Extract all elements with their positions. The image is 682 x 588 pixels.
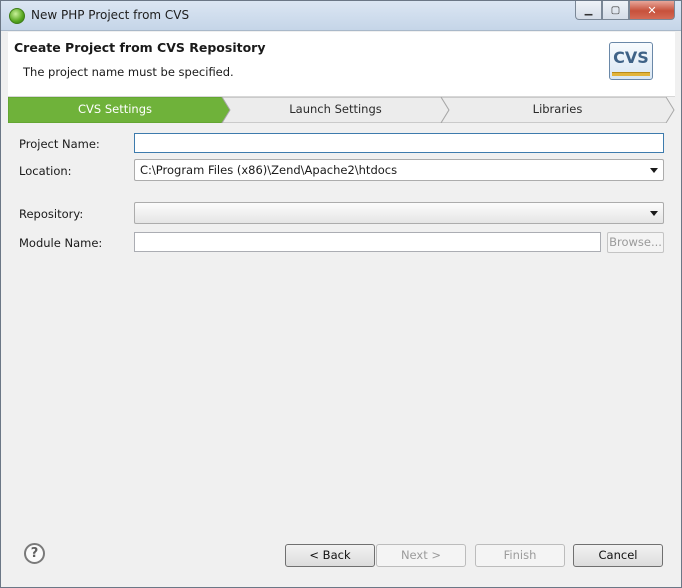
footer-separator bbox=[8, 533, 675, 534]
maximize-button[interactable]: ▢ bbox=[602, 1, 629, 20]
wizard-title: Create Project from CVS Repository bbox=[14, 40, 266, 55]
step-libraries[interactable]: Libraries bbox=[449, 97, 666, 123]
project-name-input[interactable] bbox=[134, 133, 664, 153]
close-button[interactable]: ✕ bbox=[629, 1, 675, 20]
back-button[interactable]: < Back bbox=[285, 544, 375, 567]
project-name-label: Project Name: bbox=[19, 137, 100, 151]
cvs-settings-form: Project Name: Location: C:\Program Files… bbox=[8, 123, 675, 533]
minimize-icon: ▁ bbox=[584, 4, 593, 16]
location-combo[interactable]: C:\Program Files (x86)\Zend\Apache2\htdo… bbox=[134, 159, 664, 181]
module-name-input[interactable] bbox=[134, 232, 601, 252]
chevron-down-icon bbox=[650, 168, 658, 173]
wizard-message: The project name must be specified. bbox=[23, 65, 234, 79]
repository-combo[interactable] bbox=[134, 202, 664, 224]
eclipse-app-icon bbox=[9, 8, 25, 24]
finish-button[interactable]: Finish bbox=[475, 544, 565, 567]
cvs-logo-text: CVS bbox=[613, 48, 649, 67]
cancel-button[interactable]: Cancel bbox=[573, 544, 663, 567]
cvs-logo-bar bbox=[612, 72, 650, 76]
close-icon: ✕ bbox=[647, 3, 657, 17]
minimize-button[interactable]: ▁ bbox=[575, 1, 602, 20]
dialog-window: New PHP Project from CVS ▁ ▢ ✕ Create Pr… bbox=[0, 0, 682, 588]
repository-label: Repository: bbox=[19, 207, 84, 221]
window-title: New PHP Project from CVS bbox=[31, 8, 190, 22]
wizard-header: Create Project from CVS Repository The p… bbox=[8, 32, 675, 97]
wizard-steps: CVS Settings Launch Settings Libraries bbox=[8, 97, 675, 123]
help-icon[interactable]: ? bbox=[24, 543, 45, 564]
title-bar: New PHP Project from CVS ▁ ▢ ✕ bbox=[1, 1, 681, 31]
step-cvs-settings[interactable]: CVS Settings bbox=[8, 97, 222, 123]
cvs-logo-icon: CVS bbox=[609, 42, 653, 80]
browse-button[interactable]: Browse... bbox=[607, 232, 664, 253]
location-value: C:\Program Files (x86)\Zend\Apache2\htdo… bbox=[140, 163, 398, 177]
module-name-label: Module Name: bbox=[19, 236, 103, 250]
chevron-down-icon bbox=[650, 211, 658, 216]
step-launch-settings[interactable]: Launch Settings bbox=[230, 97, 441, 123]
maximize-icon: ▢ bbox=[610, 4, 621, 16]
next-button[interactable]: Next > bbox=[376, 544, 466, 567]
location-label: Location: bbox=[19, 164, 72, 178]
window-controls: ▁ ▢ ✕ bbox=[575, 1, 675, 21]
